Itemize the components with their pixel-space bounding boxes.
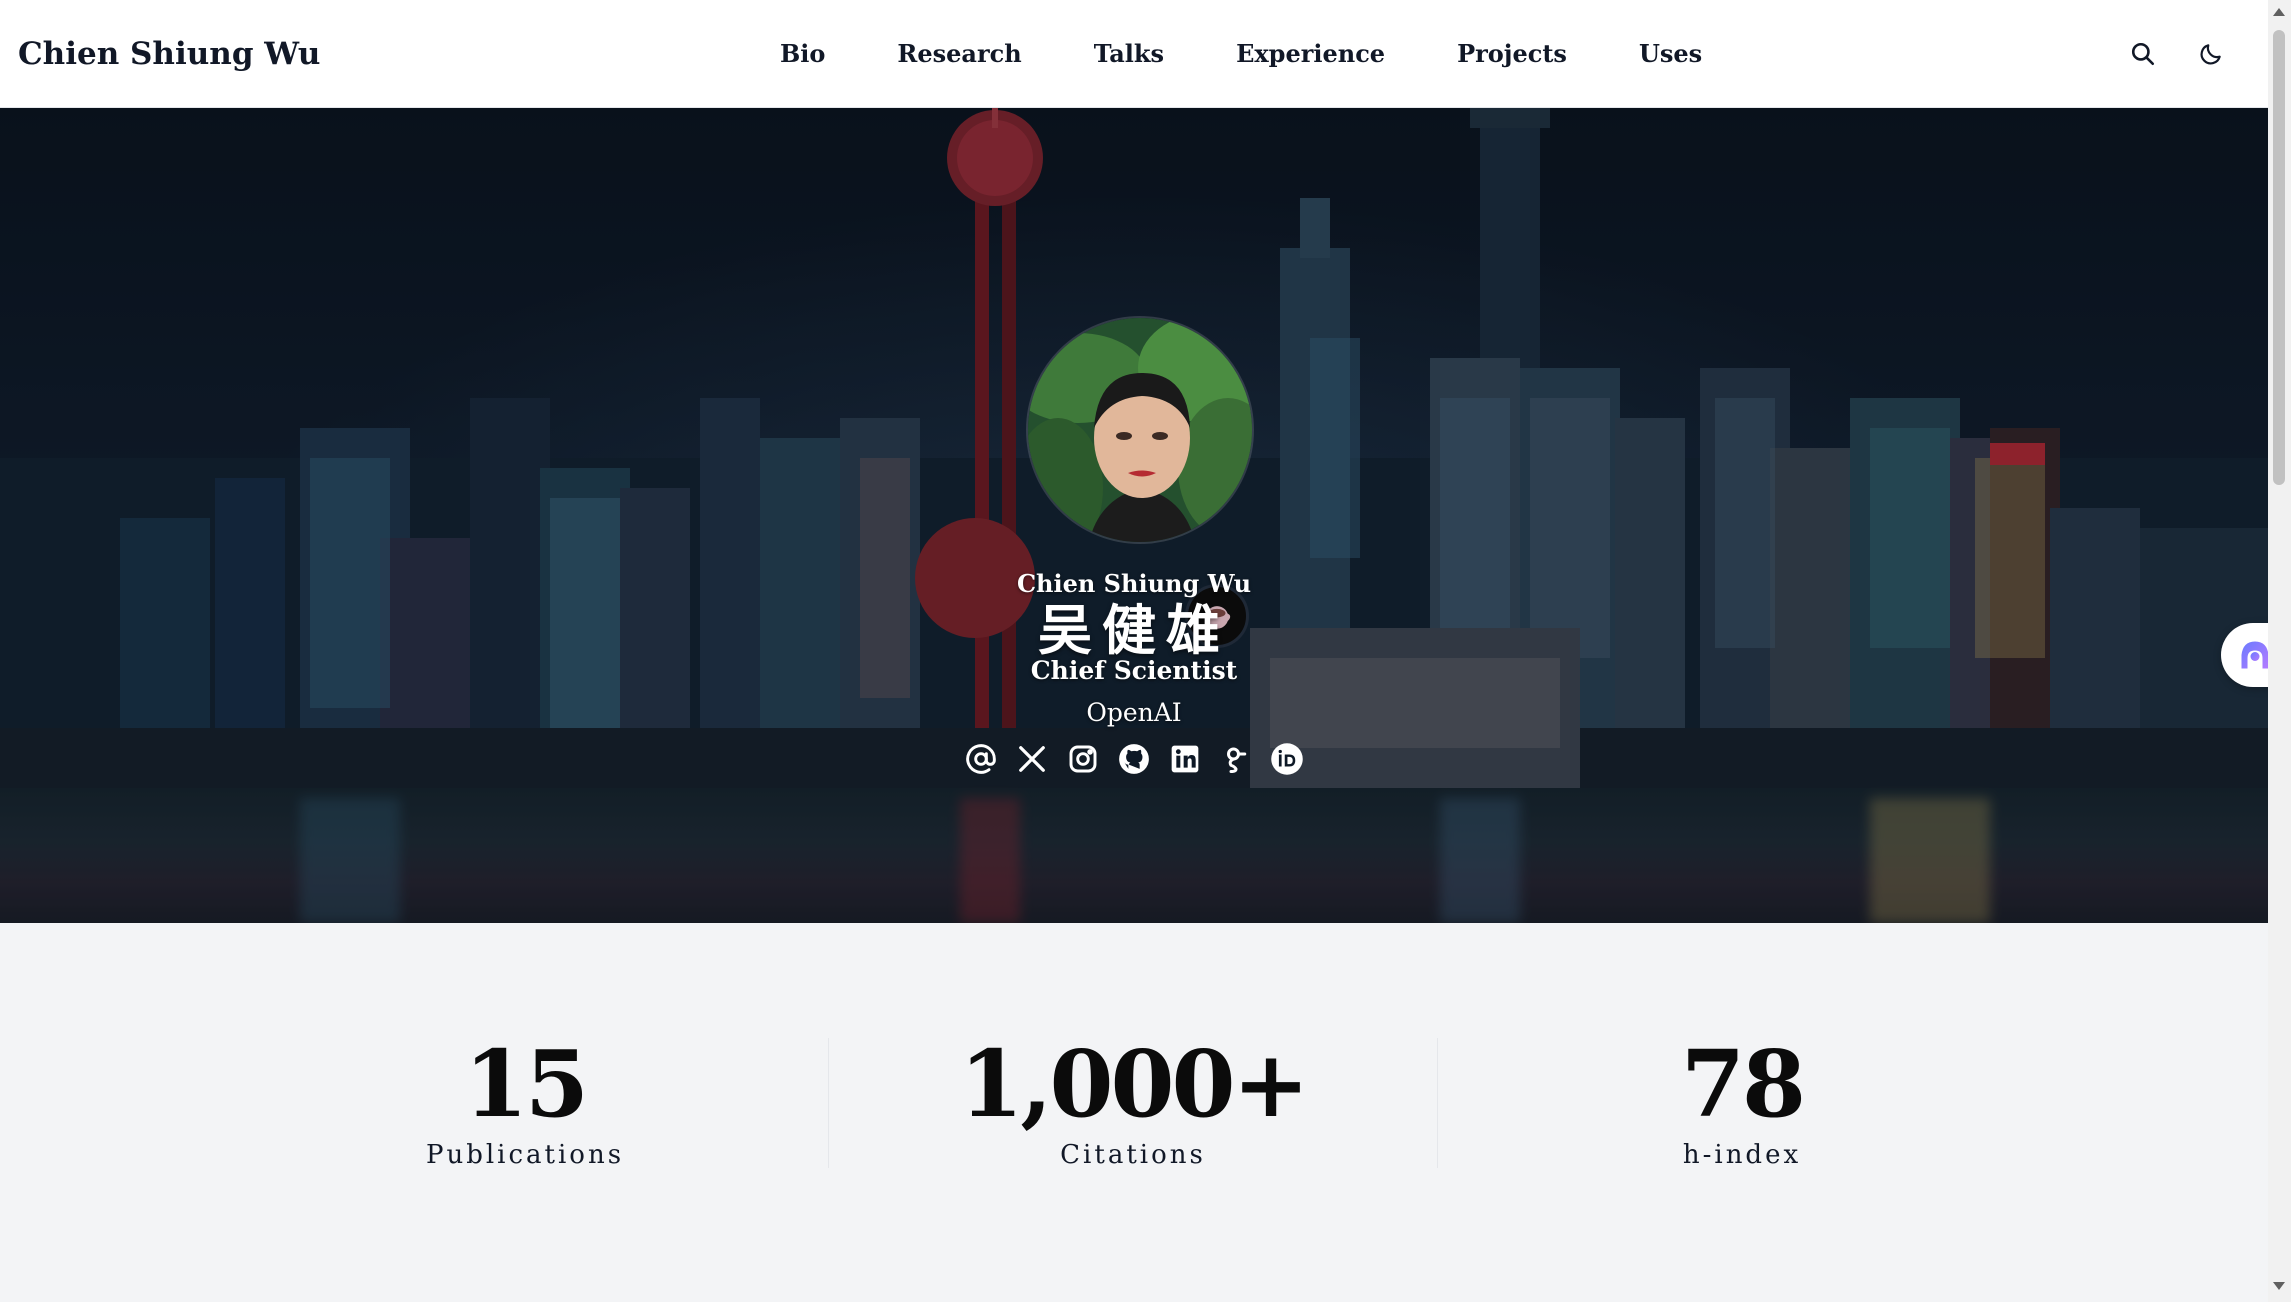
scroll-thumb[interactable] — [2273, 30, 2285, 485]
x-twitter-icon[interactable] — [1014, 741, 1050, 777]
orcid-icon[interactable] — [1269, 741, 1305, 777]
stat-citations: 1,000+ Citations — [828, 1038, 1438, 1170]
profile-name-cjk: 吴健雄 — [1038, 599, 1230, 662]
google-scholar-icon[interactable] — [1218, 741, 1254, 777]
stat-label: Citations — [1060, 1140, 1206, 1170]
stat-publications: 15 Publications — [220, 1038, 830, 1170]
nav-link-experience[interactable]: Experience — [1200, 0, 1421, 108]
main-nav: Bio Research Talks Experience Projects U… — [744, 0, 1738, 108]
linkedin-icon[interactable] — [1167, 741, 1203, 777]
instagram-icon[interactable] — [1065, 741, 1101, 777]
stat-value: 1,000+ — [959, 1030, 1309, 1138]
profile-role: Chief Scientist — [1030, 656, 1238, 685]
profile-organization[interactable]: OpenAI — [0, 698, 2268, 727]
scroll-up-arrow[interactable] — [2273, 8, 2285, 16]
stat-value: 78 — [1680, 1030, 1806, 1138]
stats-section: 15 Publications 1,000+ Citations 78 h-in… — [0, 923, 2268, 1288]
nav-link-bio[interactable]: Bio — [744, 0, 861, 108]
site-brand[interactable]: Chien Shiung Wu — [18, 0, 320, 108]
github-icon[interactable] — [1116, 741, 1152, 777]
social-links — [0, 741, 2268, 777]
avatar — [1026, 316, 1254, 544]
nav-actions — [2126, 0, 2228, 108]
stat-label: h-index — [1682, 1140, 1802, 1170]
profile-card: Chien Shiung Wu 吴健雄 Chief Scientist Open… — [0, 108, 2268, 923]
stat-value: 15 — [463, 1030, 589, 1138]
nav-link-research[interactable]: Research — [861, 0, 1057, 108]
page-scrollbar[interactable] — [2268, 0, 2291, 1302]
top-navbar: Chien Shiung Wu Bio Research Talks Exper… — [0, 0, 2268, 108]
stat-label: Publications — [425, 1140, 625, 1170]
scroll-down-arrow[interactable] — [2273, 1282, 2285, 1290]
search-icon[interactable] — [2126, 37, 2160, 71]
moon-icon[interactable] — [2194, 37, 2228, 71]
nav-link-projects[interactable]: Projects — [1421, 0, 1603, 108]
nav-link-talks[interactable]: Talks — [1058, 0, 1200, 108]
nav-link-uses[interactable]: Uses — [1603, 0, 1738, 108]
stat-h-index: 78 h-index — [1437, 1038, 2047, 1170]
at-sign-icon[interactable] — [963, 741, 999, 777]
